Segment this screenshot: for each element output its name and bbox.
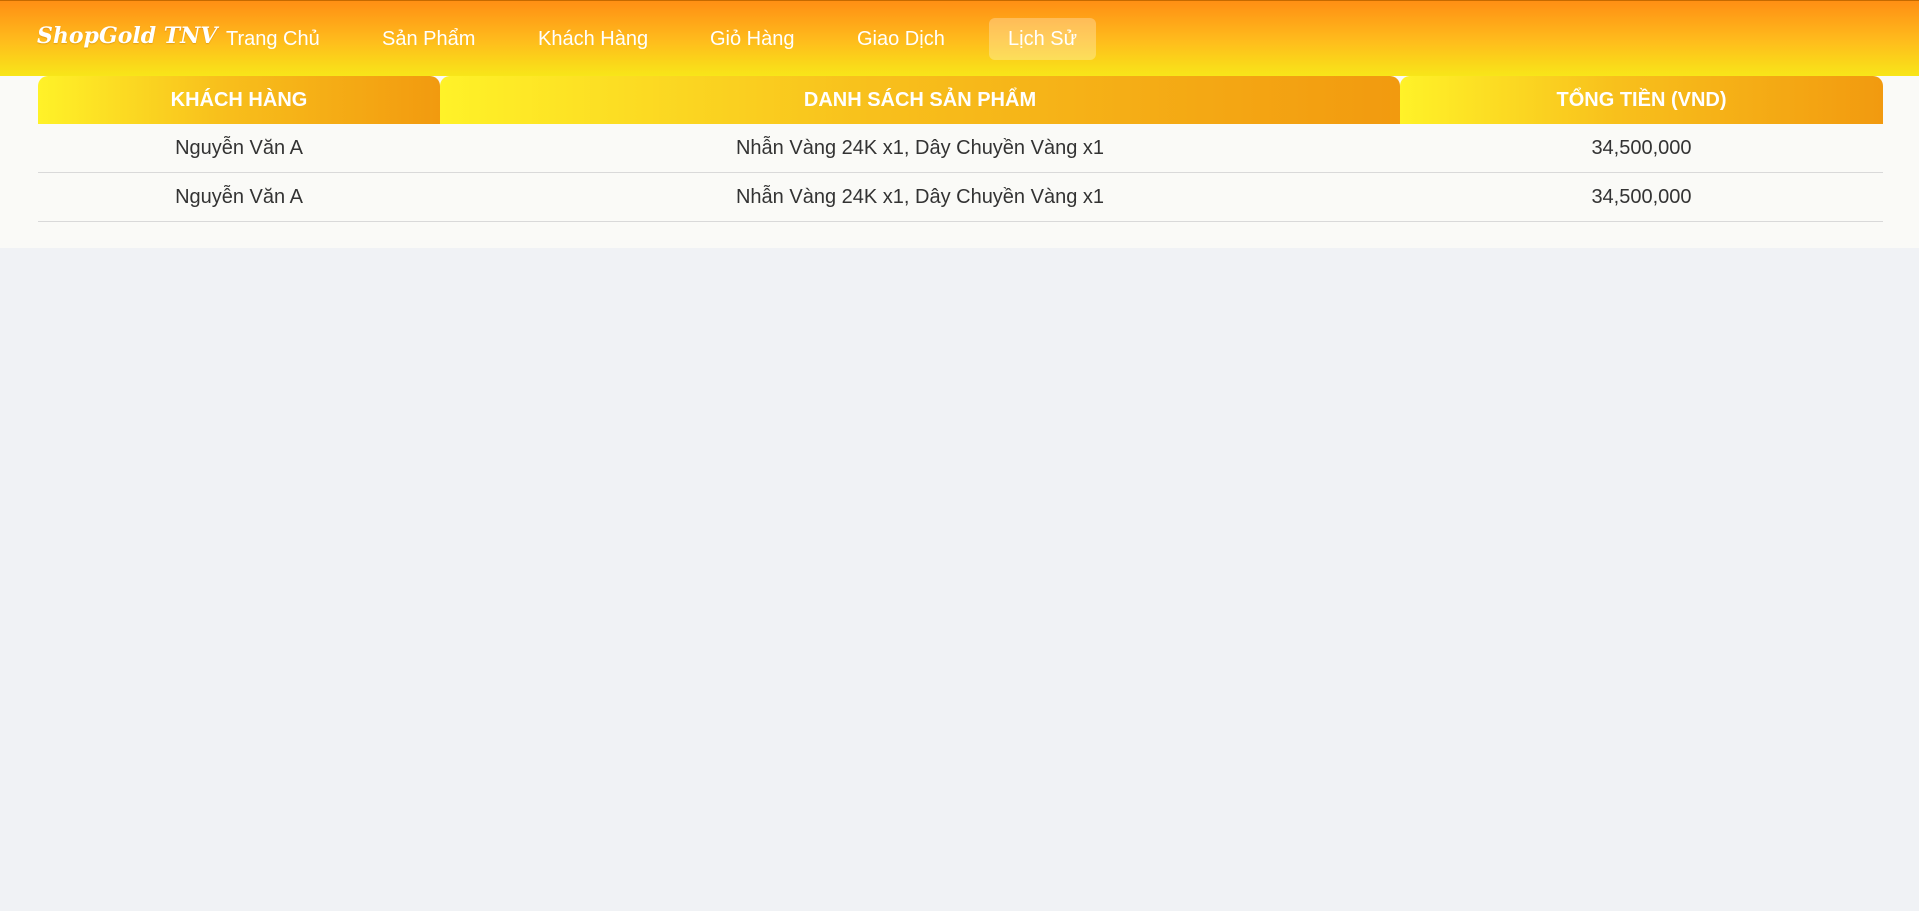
nav-item-trang-chu[interactable]: Trang Chủ bbox=[207, 18, 339, 60]
nav-item-khach-hang[interactable]: Khách Hàng bbox=[519, 18, 667, 60]
table-header-row: KHÁCH HÀNG DANH SÁCH SẢN PHẨM TỔNG TIỀN … bbox=[38, 76, 1883, 124]
cell-products: Nhẫn Vàng 24K x1, Dây Chuyền Vàng x1 bbox=[440, 124, 1400, 173]
column-header-customer: KHÁCH HÀNG bbox=[38, 76, 440, 124]
column-header-total: TỔNG TIỀN (VND) bbox=[1400, 76, 1883, 124]
nav-item-gio-hang[interactable]: Giỏ Hàng bbox=[691, 18, 814, 60]
cell-total: 34,500,000 bbox=[1400, 124, 1883, 173]
cell-customer: Nguyễn Văn A bbox=[38, 172, 440, 222]
brand-logo[interactable]: ShopGold TNV bbox=[37, 23, 217, 49]
cell-customer: Nguyễn Văn A bbox=[38, 124, 440, 173]
nav-item-san-pham[interactable]: Sản Phẩm bbox=[363, 18, 494, 60]
top-navbar: ShopGold TNV Trang Chủ Sản Phẩm Khách Hà… bbox=[0, 0, 1919, 76]
nav-item-giao-dich[interactable]: Giao Dịch bbox=[838, 18, 964, 60]
table-row: Nguyễn Văn A Nhẫn Vàng 24K x1, Dây Chuyề… bbox=[38, 124, 1883, 173]
history-table-container: KHÁCH HÀNG DANH SÁCH SẢN PHẨM TỔNG TIỀN … bbox=[38, 76, 1883, 222]
column-header-products: DANH SÁCH SẢN PHẨM bbox=[440, 76, 1400, 124]
table-row: Nguyễn Văn A Nhẫn Vàng 24K x1, Dây Chuyề… bbox=[38, 172, 1883, 222]
cell-total: 34,500,000 bbox=[1400, 172, 1883, 222]
nav-item-lich-su[interactable]: Lịch Sử bbox=[989, 18, 1096, 60]
history-panel: KHÁCH HÀNG DANH SÁCH SẢN PHẨM TỔNG TIỀN … bbox=[0, 76, 1919, 248]
history-table: KHÁCH HÀNG DANH SÁCH SẢN PHẨM TỔNG TIỀN … bbox=[38, 76, 1883, 222]
cell-products: Nhẫn Vàng 24K x1, Dây Chuyền Vàng x1 bbox=[440, 172, 1400, 222]
